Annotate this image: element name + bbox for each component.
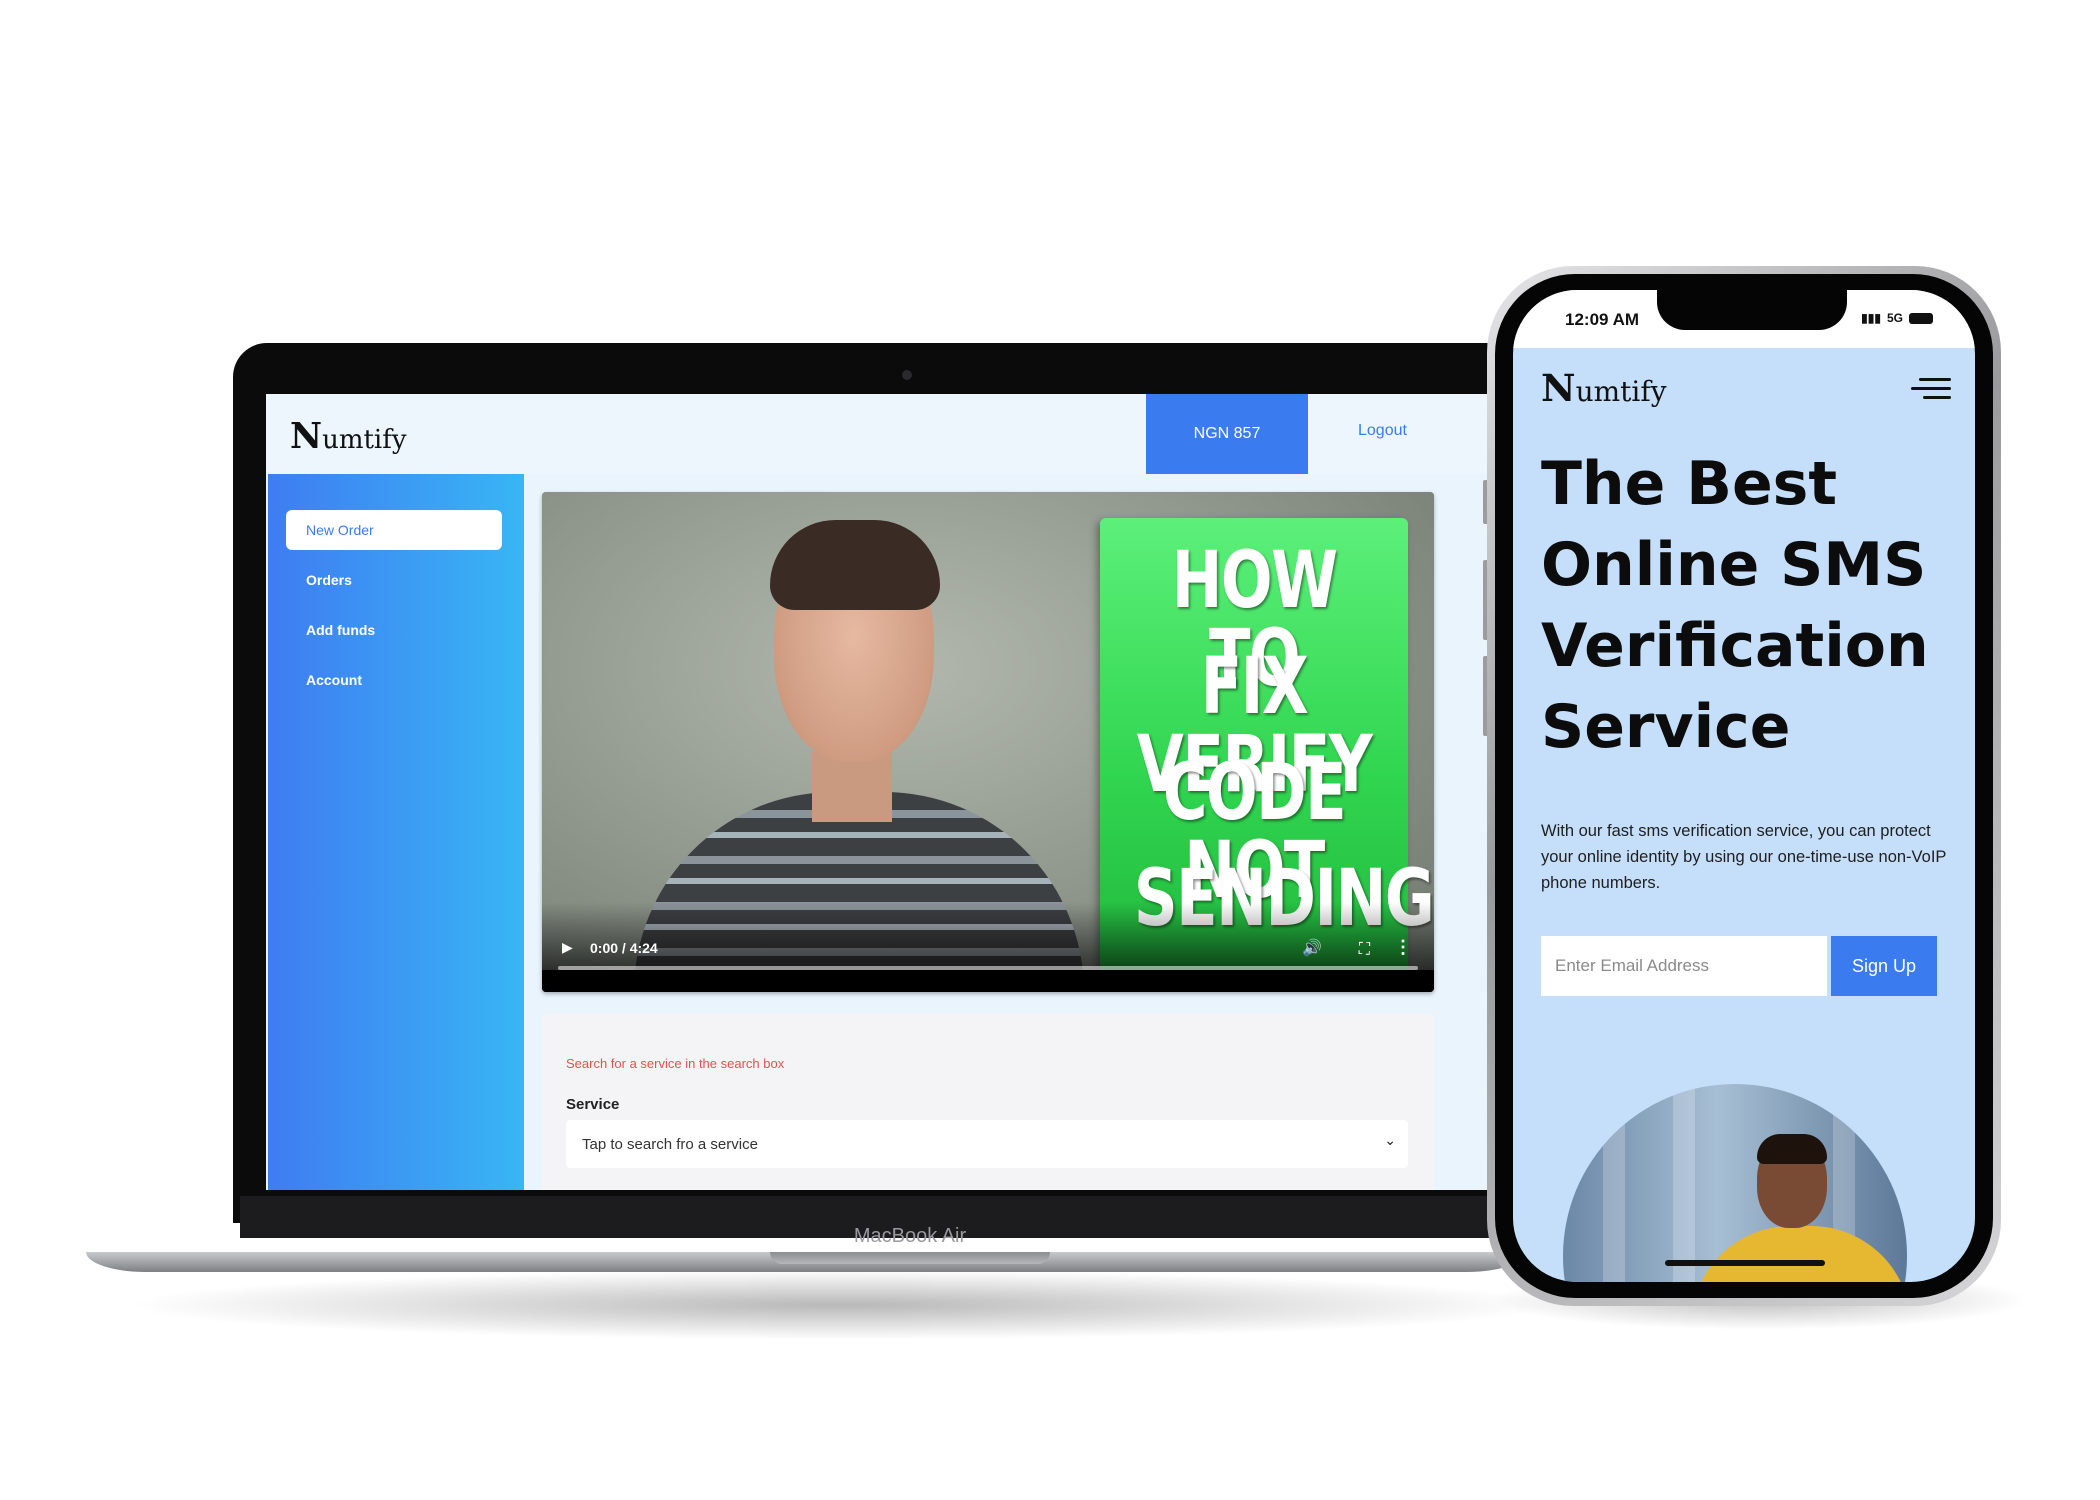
hero-heading: The Best Online SMS Verification Service (1541, 444, 1961, 768)
play-icon[interactable]: ▶ (562, 939, 573, 956)
sign-up-button[interactable]: Sign Up (1831, 936, 1937, 996)
status-bar: 12:09 AM ▮▮▮ 5G (1513, 290, 1975, 348)
volume-icon[interactable]: 🔊 (1302, 938, 1322, 958)
service-select[interactable]: Tap to search fro a service ⌄ (566, 1120, 1408, 1168)
signal-icon: ▮▮▮ (1861, 311, 1881, 325)
phone-notch (1657, 290, 1847, 330)
phone-screen: 12:09 AM ▮▮▮ 5G Numtify The Best Online … (1513, 290, 1975, 1282)
hero-line: The Best (1541, 449, 1838, 519)
numtify-logo[interactable]: Numtify (1541, 366, 1667, 410)
presenter-neck (812, 752, 892, 822)
home-indicator (1665, 1260, 1825, 1266)
sidebar-item-orders[interactable]: Orders (286, 560, 502, 600)
smiling-man-figure (1691, 1226, 1907, 1282)
search-hint-text: Search for a service in the search box (566, 1056, 785, 1071)
laptop-hinge-notch (770, 1252, 1050, 1264)
tutorial-video-player[interactable]: HOW TO FIX VERIFY CODE NOT SENDING ▶ 0:0… (542, 492, 1434, 992)
network-label: 5G (1886, 311, 1903, 325)
laptop-camera (902, 370, 912, 380)
hamburger-menu-icon[interactable] (1911, 378, 1951, 400)
laptop-screen: Numtify NGN 857 Logout New Order Orders … (266, 394, 1560, 1190)
service-select-placeholder: Tap to search fro a service (582, 1135, 758, 1153)
video-bottom-bar (542, 970, 1434, 992)
sidebar-item-new-order[interactable]: New Order (286, 510, 502, 550)
hero-line: Online SMS (1541, 530, 1927, 600)
hero-description: With our fast sms verification service, … (1541, 822, 1947, 892)
status-indicators: ▮▮▮ 5G (1861, 311, 1933, 325)
app-header: Numtify NGN 857 Logout (266, 394, 1560, 474)
logout-link[interactable]: Logout (1358, 422, 1407, 440)
laptop-shadow (120, 1270, 1560, 1340)
sidebar-item-account[interactable]: Account (286, 660, 502, 700)
new-order-form: Search for a service in the search box S… (542, 1014, 1434, 1190)
status-time: 12:09 AM (1565, 310, 1640, 329)
video-time: 0:00 / 4:24 (590, 940, 658, 956)
numtify-logo[interactable]: Numtify (290, 416, 407, 457)
wallet-balance-badge[interactable]: NGN 857 (1146, 394, 1308, 474)
sidebar: New Order Orders Add funds Account (268, 474, 524, 1190)
battery-icon (1909, 312, 1933, 324)
fullscreen-icon[interactable]: ⛶ (1359, 941, 1370, 959)
email-field[interactable] (1541, 936, 1827, 996)
chevron-down-icon: ⌄ (1384, 1132, 1396, 1148)
smiling-man-hair (1757, 1134, 1827, 1164)
presenter-hair (770, 520, 940, 610)
hero-line: Verification (1541, 611, 1929, 681)
service-label: Service (566, 1096, 620, 1113)
hero-photo (1563, 1084, 1907, 1282)
sidebar-item-add-funds[interactable]: Add funds (286, 610, 502, 650)
more-options-icon[interactable]: ⋮ (1394, 937, 1412, 958)
hero-line: Service (1541, 692, 1791, 762)
laptop-brand-label: MacBook Air (853, 1225, 967, 1247)
